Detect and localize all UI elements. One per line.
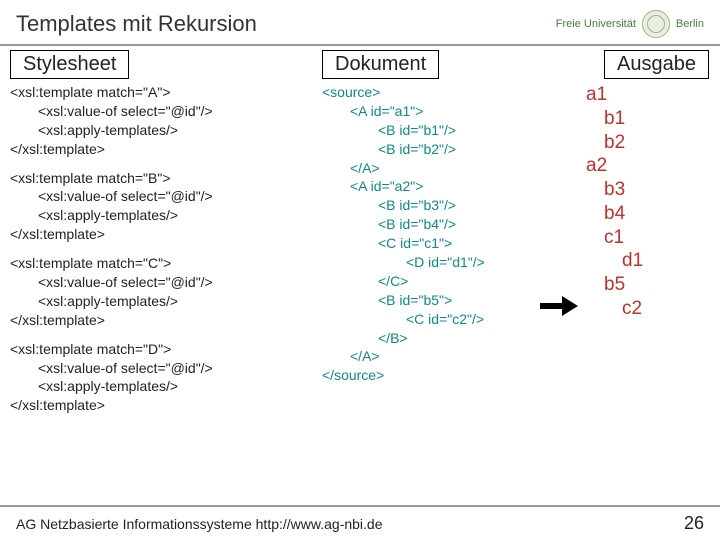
code-line: <xsl:value-of select="@id"/> bbox=[10, 102, 310, 121]
column-ausgabe: Ausgabe a1b1b2a2b3b4c1d1b5c2 bbox=[580, 50, 710, 321]
arrow-icon bbox=[540, 296, 580, 316]
footer-text: AG Netzbasierte Informationssysteme http… bbox=[16, 516, 383, 532]
dokument-code: <source><A id="a1"><B id="b1"/><B id="b2… bbox=[322, 83, 552, 385]
code-line: </xsl:template> bbox=[10, 396, 310, 415]
code-line: <B id="b4"/> bbox=[322, 215, 552, 234]
logo-city: Berlin bbox=[676, 18, 704, 30]
code-line: <B id="b3"/> bbox=[322, 196, 552, 215]
seal-icon bbox=[642, 10, 670, 38]
code-line: </xsl:template> bbox=[10, 311, 310, 330]
page-number: 26 bbox=[684, 513, 704, 534]
output-line: c1 bbox=[580, 226, 710, 250]
output-line: b4 bbox=[580, 202, 710, 226]
code-line: </A> bbox=[322, 347, 552, 366]
template-block: <xsl:template match="C"> <xsl:value-of s… bbox=[10, 254, 310, 330]
slide-header: Templates mit Rekursion Freie Universitä… bbox=[0, 0, 720, 46]
output-line: a2 bbox=[580, 154, 710, 178]
code-line: <B id="b2"/> bbox=[322, 140, 552, 159]
code-line: <B id="b5"> bbox=[322, 291, 552, 310]
code-line: <xsl:apply-templates/> bbox=[10, 377, 310, 396]
code-line: </B> bbox=[322, 329, 552, 348]
code-line: </source> bbox=[322, 366, 552, 385]
output-line: d1 bbox=[580, 249, 710, 273]
stylesheet-code: <xsl:template match="A"> <xsl:value-of s… bbox=[10, 83, 310, 415]
logo-text: Freie Universität bbox=[556, 18, 636, 30]
code-line: </C> bbox=[322, 272, 552, 291]
code-line: <xsl:template match="A"> bbox=[10, 83, 310, 102]
code-line: <xsl:value-of select="@id"/> bbox=[10, 273, 310, 292]
code-line: <xsl:apply-templates/> bbox=[10, 292, 310, 311]
template-block: <xsl:template match="D"> <xsl:value-of s… bbox=[10, 340, 310, 416]
code-line: <C id="c2"/> bbox=[322, 310, 552, 329]
code-line: <C id="c1"> bbox=[322, 234, 552, 253]
code-line: <xsl:value-of select="@id"/> bbox=[10, 359, 310, 378]
code-line: <D id="d1"/> bbox=[322, 253, 552, 272]
code-line: <B id="b1"/> bbox=[322, 121, 552, 140]
code-line: </xsl:template> bbox=[10, 140, 310, 159]
output-line: b3 bbox=[580, 178, 710, 202]
output-line: b1 bbox=[580, 107, 710, 131]
template-block: <xsl:template match="A"> <xsl:value-of s… bbox=[10, 83, 310, 159]
code-line: </A> bbox=[322, 159, 552, 178]
output-line: a1 bbox=[580, 83, 710, 107]
column-dokument: Dokument <source><A id="a1"><B id="b1"/>… bbox=[322, 50, 552, 385]
code-line: </xsl:template> bbox=[10, 225, 310, 244]
output-line: b2 bbox=[580, 131, 710, 155]
output-line: b5 bbox=[580, 273, 710, 297]
code-line: <A id="a1"> bbox=[322, 102, 552, 121]
label-dokument: Dokument bbox=[322, 50, 439, 79]
slide-footer: AG Netzbasierte Informationssysteme http… bbox=[0, 505, 720, 540]
code-line: <source> bbox=[322, 83, 552, 102]
code-line: <xsl:apply-templates/> bbox=[10, 206, 310, 225]
template-block: <xsl:template match="B"> <xsl:value-of s… bbox=[10, 169, 310, 245]
label-ausgabe: Ausgabe bbox=[604, 50, 709, 79]
slide-title: Templates mit Rekursion bbox=[16, 11, 257, 37]
code-line: <xsl:template match="D"> bbox=[10, 340, 310, 359]
code-line: <xsl:template match="B"> bbox=[10, 169, 310, 188]
ausgabe-output: a1b1b2a2b3b4c1d1b5c2 bbox=[580, 83, 710, 321]
label-stylesheet: Stylesheet bbox=[10, 50, 129, 79]
code-line: <xsl:value-of select="@id"/> bbox=[10, 187, 310, 206]
code-line: <A id="a2"> bbox=[322, 177, 552, 196]
column-stylesheet: Stylesheet <xsl:template match="A"> <xsl… bbox=[10, 50, 310, 425]
code-line: <xsl:template match="C"> bbox=[10, 254, 310, 273]
output-line: c2 bbox=[580, 297, 710, 321]
code-line: <xsl:apply-templates/> bbox=[10, 121, 310, 140]
slide-body: Stylesheet <xsl:template match="A"> <xsl… bbox=[0, 46, 720, 496]
university-logo: Freie Universität Berlin bbox=[556, 10, 704, 38]
